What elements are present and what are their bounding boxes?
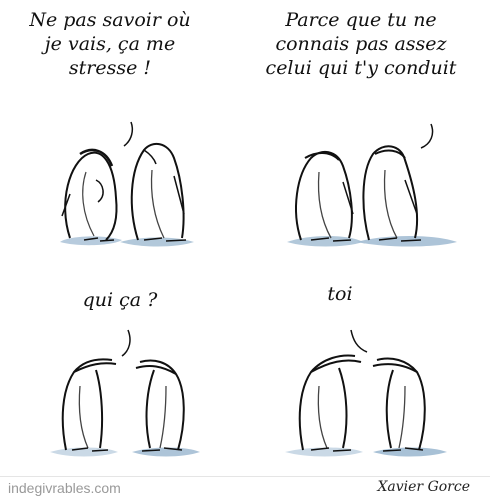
panel-2-penguins <box>287 123 457 247</box>
speech-text-panel-1: Ne pas savoir où je vais, ça me stresse … <box>29 9 191 79</box>
speech-text-panel-4: toi <box>327 283 353 305</box>
speech-tail <box>121 329 131 357</box>
artist-signature: Xavier Gorce <box>377 479 470 495</box>
footer-bar: indegivrables.com Xavier Gorce <box>0 476 490 501</box>
penguin-left <box>287 150 363 247</box>
panel-3-penguins <box>50 329 200 457</box>
penguin-left <box>285 354 363 457</box>
site-link[interactable]: indegivrables.com <box>8 480 121 496</box>
speech-text-panel-3: qui ça ? <box>82 289 158 311</box>
penguin-right <box>357 145 457 247</box>
penguin-right <box>372 357 447 457</box>
speech-tail <box>350 329 368 353</box>
penguin-left <box>60 148 122 246</box>
penguin-left <box>50 358 118 457</box>
panel-4-penguins <box>285 329 447 457</box>
comic-strip: Ne pas savoir où je vais, ça me stresse … <box>0 0 490 500</box>
speech-tail <box>123 121 134 147</box>
speech-text-panel-2: Parce que tu ne connais pas assez celui … <box>265 9 457 79</box>
penguin-right <box>120 142 194 247</box>
penguin-right <box>132 359 200 457</box>
speech-tail <box>420 123 434 149</box>
panel-1-penguins <box>60 121 194 247</box>
